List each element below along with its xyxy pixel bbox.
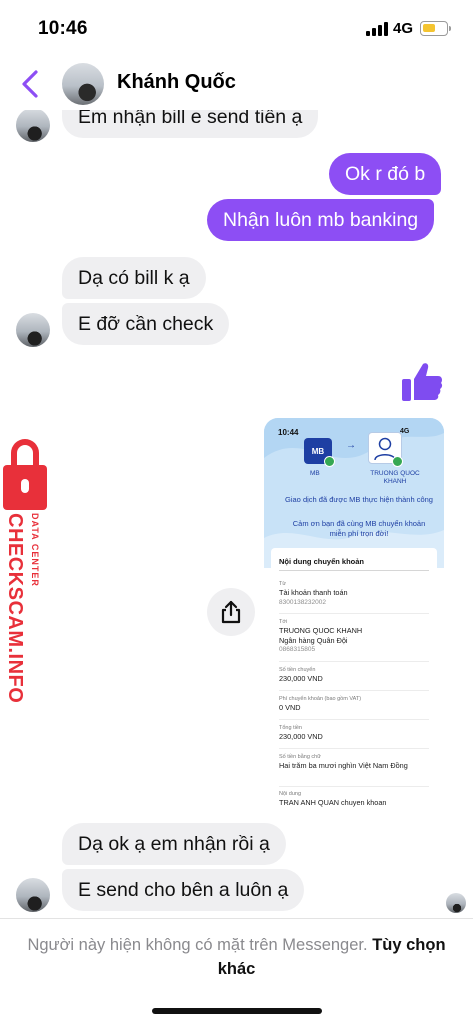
divider [279, 613, 429, 614]
avatar [16, 313, 50, 347]
field-value: Tài khoản thanh toán [279, 588, 348, 597]
chat-header: Khánh Quốc [0, 56, 473, 110]
message-bubble[interactable]: Dạ có bill k ạ [62, 257, 206, 299]
back-button[interactable] [14, 64, 50, 104]
unavailable-status-text: Người này hiện không có mặt trên Messeng… [27, 936, 368, 954]
receipt-content-field: Nội dung TRAN ANH QUAN chuyen khoan [279, 790, 431, 808]
divider [279, 570, 429, 571]
field-label: Số tiền chuyển [279, 667, 316, 673]
receipt-details-card: Nội dung chuyển khoản Từ Tài khoản thanh… [271, 548, 437, 810]
field-sub: 8300138232002 [279, 598, 326, 606]
divider [279, 690, 429, 691]
receipt-success-text: Giao dịch đã được MB thực hiện thành côn… [285, 495, 433, 504]
field-value: Ngân hàng Quân Đội [279, 635, 348, 645]
message-bubble[interactable]: E đỡ cần check [62, 303, 230, 345]
field-value: TRAN ANH QUAN chuyen khoan [279, 798, 387, 807]
signal-icon [366, 22, 388, 36]
share-button[interactable] [207, 588, 255, 636]
battery-tip [449, 26, 451, 31]
check-icon [392, 456, 403, 467]
network-label: 4G [393, 20, 414, 37]
avatar [16, 878, 50, 912]
field-sub: 0868315805 [279, 646, 316, 653]
chevron-left-icon [22, 70, 38, 98]
receipt-from-field: Từ Tài khoản thanh toán 8300138232002 [279, 580, 431, 607]
receipt-total-field: Tổng tiền 230,000 VND [279, 724, 431, 742]
avatar [16, 108, 50, 142]
message-bubble[interactable]: Ok r đó b [329, 153, 442, 195]
thumbs-up-icon[interactable] [400, 360, 444, 404]
receipt-recipient-label: TRUONG QUOC KHANH [370, 470, 420, 485]
receipt-image[interactable]: 10:44 4G MB → MB TRUONG QUOC KHANH Giao … [264, 418, 444, 810]
receipt-to-field: Tới TRUONG QUOC KHANH Ngân hàng Quân Đội… [279, 618, 431, 654]
receipt-amount-field: Số tiền chuyển 230,000 VND [279, 666, 431, 684]
message-list[interactable]: Em nhận bill e send tiền ạ Ok r đó b Nhậ… [0, 96, 473, 918]
home-indicator[interactable] [152, 1008, 322, 1014]
lock-keyhole [21, 479, 29, 493]
share-icon [221, 600, 241, 624]
message-bubble[interactable]: Nhận luôn mb banking [207, 199, 435, 241]
receipt-bank-label: MB [310, 470, 320, 477]
divider [279, 786, 429, 787]
divider [279, 661, 429, 662]
divider [0, 918, 473, 919]
watermark-line2: CHECKSCAM.INFO [4, 513, 26, 704]
field-label: Phí chuyển khoản (bao gồm VAT) [279, 696, 362, 702]
message-bubble[interactable]: Dạ ok ạ em nhận rồi ạ [62, 823, 286, 865]
field-label: Số tiền bằng chữ [279, 754, 321, 760]
status-bar: 10:46 4G [0, 0, 473, 54]
field-value: Hai trăm ba mươi nghìn Việt Nam Đồng [279, 761, 408, 770]
watermark-line1: DATA CENTER [30, 513, 40, 587]
messenger-unavailable-notice: Người này hiện không có mặt trên Messeng… [20, 933, 453, 981]
receipt-fee-field: Phí chuyển khoản (bao gồm VAT) 0 VND [279, 695, 431, 713]
battery-icon [420, 21, 448, 36]
divider [279, 748, 429, 749]
receipt-words-field: Số tiền bằng chữ Hai trăm ba mươi nghìn … [279, 753, 431, 771]
field-label: Tới [279, 619, 288, 625]
receipt-thanks-text: Cảm ơn bạn đã cùng MB chuyển khoản miễn … [292, 519, 426, 538]
checkscam-watermark: DATA CENTER CHECKSCAM.INFO [0, 435, 56, 703]
contact-avatar[interactable] [62, 63, 104, 105]
field-value: TRUONG QUOC KHANH [279, 626, 363, 635]
message-bubble[interactable]: E send cho bên a luôn ạ [62, 869, 305, 911]
divider [279, 719, 429, 720]
receipt-section-title: Nội dung chuyển khoản [279, 557, 365, 566]
check-icon [324, 456, 335, 467]
field-value: 0 VND [279, 703, 301, 712]
field-label: Từ [279, 581, 287, 587]
field-value: 230,000 VND [279, 732, 323, 741]
field-label: Tổng tiền [279, 725, 302, 731]
receipt-status-time: 10:44 [278, 428, 299, 437]
read-receipt-avatar [446, 893, 466, 913]
field-label: Nội dung [279, 791, 302, 797]
field-value: 230,000 VND [279, 674, 323, 683]
contact-name[interactable]: Khánh Quốc [117, 71, 236, 94]
arrow-right-icon: → [346, 440, 356, 451]
status-time: 10:46 [38, 18, 88, 39]
